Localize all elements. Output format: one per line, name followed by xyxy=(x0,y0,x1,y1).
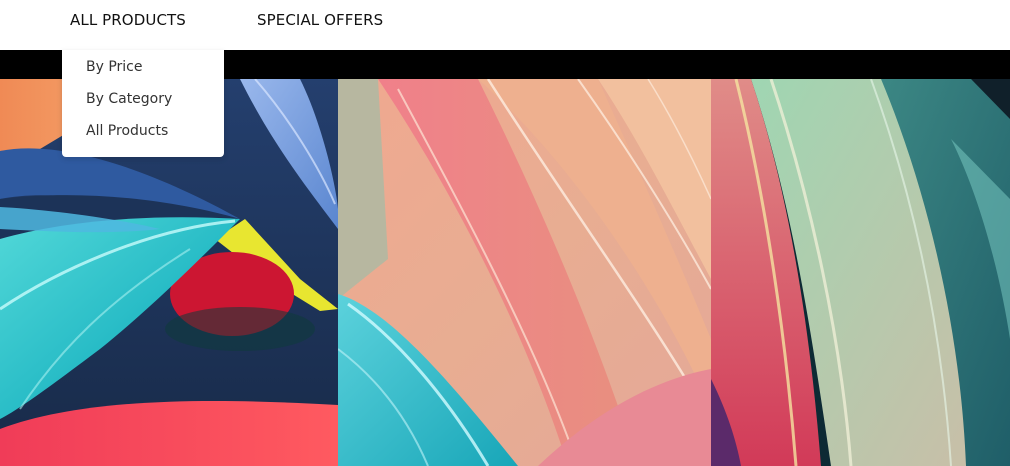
top-navigation: ALL PRODUCTS SPECIAL OFFERS xyxy=(0,0,1010,50)
all-products-dropdown: By Price By Category All Products xyxy=(62,50,224,157)
hero-image-2-graphic xyxy=(338,79,711,466)
hero-image-pink-green-leaves xyxy=(711,79,1010,466)
page: ALL PRODUCTS SPECIAL OFFERS By Price By … xyxy=(0,0,1010,466)
nav-all-products[interactable]: ALL PRODUCTS xyxy=(70,11,186,29)
dropdown-item-all-products[interactable]: All Products xyxy=(62,120,224,152)
dropdown-item-by-category[interactable]: By Category xyxy=(62,88,224,120)
hero-image-peach-leaves xyxy=(338,79,711,466)
dropdown-item-by-price[interactable]: By Price xyxy=(62,56,224,88)
hero-image-3-graphic xyxy=(711,79,1010,466)
nav-special-offers[interactable]: SPECIAL OFFERS xyxy=(257,11,383,29)
